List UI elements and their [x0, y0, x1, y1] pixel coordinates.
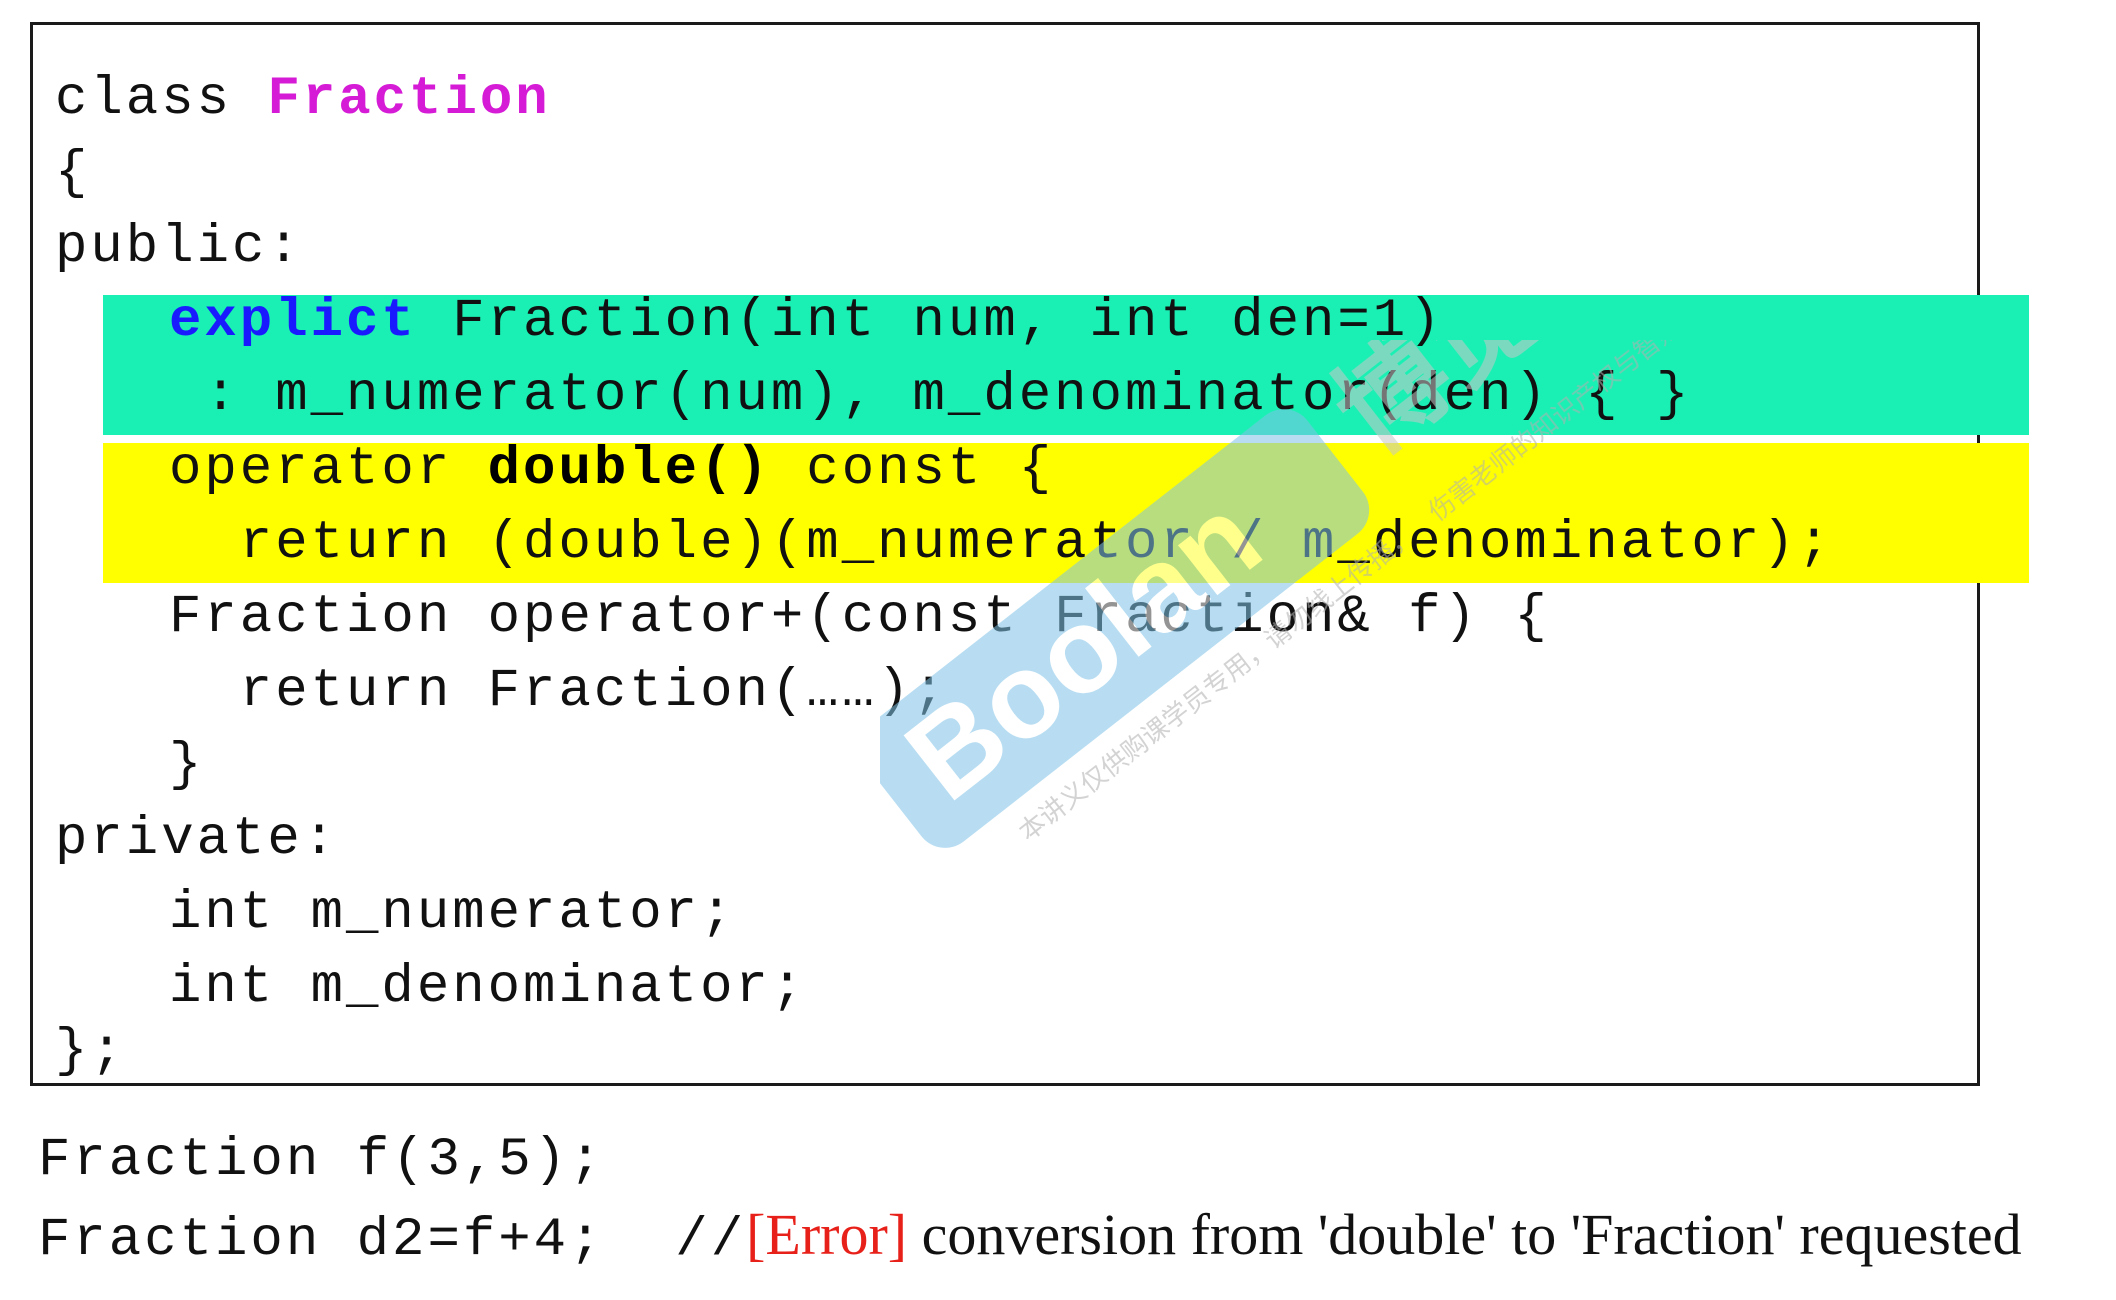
code-line-open-brace: {	[55, 143, 91, 204]
code-box: class Fraction { public: explict Fractio…	[30, 22, 2029, 1086]
operator-const: const {	[770, 439, 1055, 500]
class-name: Fraction	[267, 69, 551, 130]
code-line-close-method: }	[169, 735, 205, 796]
code-line-member-denominator: int m_denominator;	[169, 957, 807, 1018]
code-line-operator-double: operator double() const {	[169, 433, 1054, 507]
keyword-explicit: explict	[169, 291, 417, 352]
code-line-return-double: return (double)(m_numerator / m_denomina…	[169, 513, 1834, 574]
keyword-operator: operator	[169, 439, 488, 500]
code-line-public: public:	[55, 217, 303, 278]
error-message: conversion from 'double' to 'Fraction' r…	[907, 1202, 2022, 1267]
code-line-constructor: explict Fraction(int num, int den=1)	[169, 285, 1444, 359]
usage-line-add: Fraction d2=f+4; //[Error] conversion fr…	[38, 1198, 2022, 1272]
usage-line-construct: Fraction f(3,5);	[38, 1130, 605, 1191]
code-line-class: class Fraction	[55, 63, 551, 137]
code-line-initializer: : m_numerator(num), m_denominator(den) {…	[169, 365, 1692, 426]
keyword-class: class	[55, 69, 268, 130]
usage-code: Fraction d2=f+4; //	[38, 1210, 747, 1271]
constructor-signature: Fraction(int num, int den=1)	[416, 291, 1444, 352]
conversion-type: double()	[487, 439, 771, 500]
code-line-close-class: };	[55, 1021, 126, 1082]
code-line-member-numerator: int m_numerator;	[169, 883, 736, 944]
code-line-private: private:	[55, 809, 339, 870]
code-line-operator-plus: Fraction operator+(const Fraction& f) {	[169, 587, 1550, 648]
error-tag: [Error]	[746, 1202, 908, 1267]
code-line-return-fraction: return Fraction(……);	[169, 661, 948, 722]
